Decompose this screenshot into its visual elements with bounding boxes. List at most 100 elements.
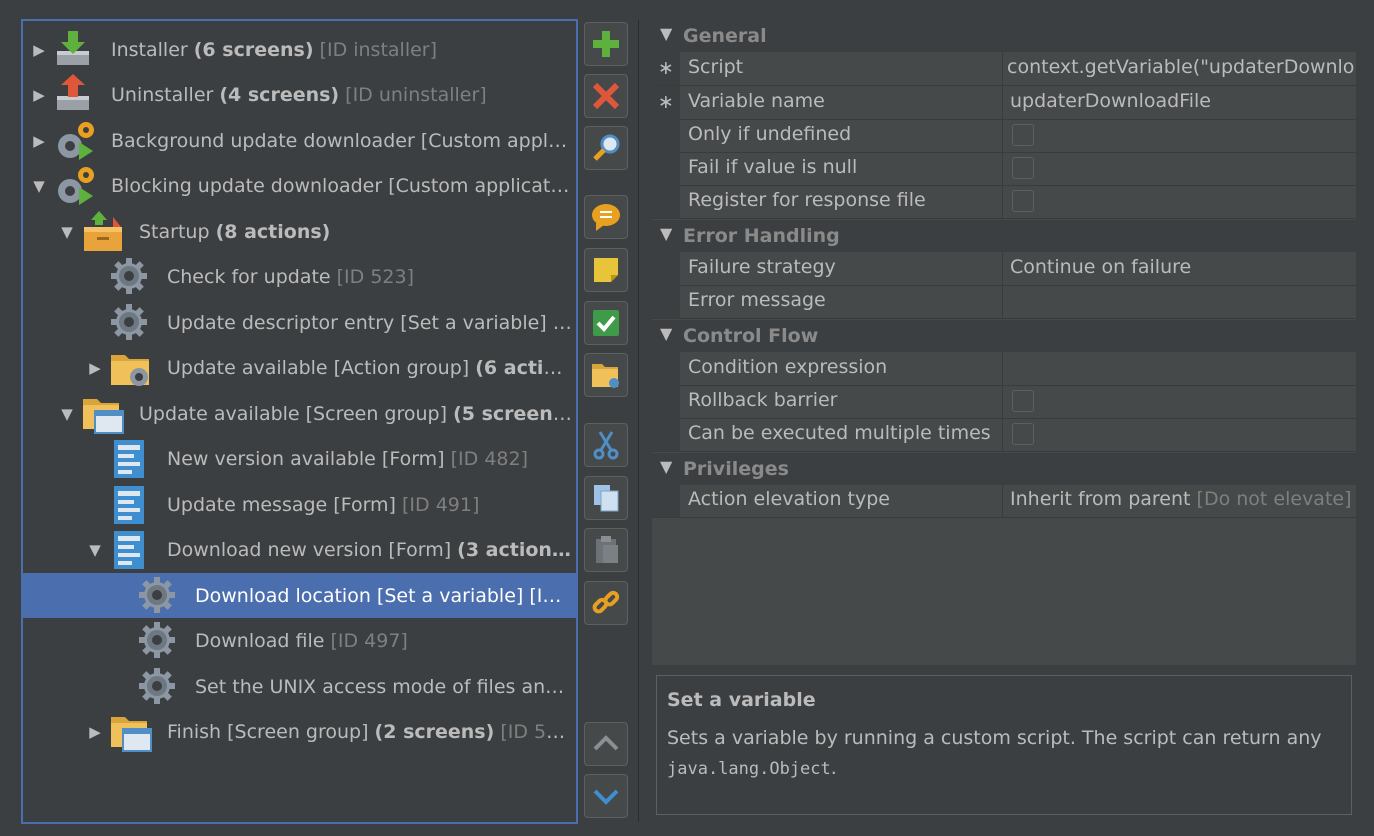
name-label: Blocking update downloader [Custom appli…	[111, 174, 572, 197]
collapse-arrow-icon[interactable]: ▼	[59, 405, 75, 423]
chevron-down-icon	[591, 781, 621, 811]
row-gutter	[652, 418, 680, 451]
tree-row[interactable]: ▼ Update available [Screen group] (5 scre…	[23, 391, 576, 436]
property-row-error-message[interactable]: Error message	[652, 285, 1356, 319]
move-up-button[interactable]	[584, 722, 628, 766]
column-divider	[1002, 252, 1003, 285]
name-label: Download file	[195, 629, 331, 652]
expand-arrow-icon[interactable]: ▶	[31, 132, 47, 150]
link-button[interactable]	[584, 581, 628, 625]
search-button[interactable]	[584, 126, 628, 170]
tree-row[interactable]: Update descriptor entry [Set a variable]…	[23, 300, 576, 345]
column-divider	[1002, 119, 1003, 152]
category-general[interactable]: ▼ General	[652, 20, 1356, 52]
script-value[interactable]: context.getVariable("updaterDownloa	[1007, 56, 1354, 78]
tree-row[interactable]: Download file [ID 497]	[23, 618, 576, 663]
cut-icon	[591, 430, 621, 460]
project-tree[interactable]: ▶ Installer (6 screens) [ID installer] ▶ Un…	[21, 19, 578, 824]
row-gutter	[652, 352, 680, 385]
collapse-arrow-icon[interactable]: ▼	[87, 541, 103, 559]
property-row-fail-if-null[interactable]: Fail if value is null	[652, 152, 1356, 186]
name-label: Set the UNIX access mode of files and …	[195, 675, 572, 698]
note-button[interactable]	[584, 248, 628, 292]
note-icon	[591, 255, 621, 285]
column-divider	[1002, 52, 1003, 85]
form-icon	[109, 438, 149, 478]
name-label: Download location [Set a variable] [ID …	[195, 584, 572, 607]
tree-row[interactable]: ▼ Startup (8 actions)	[23, 209, 576, 254]
tree-row[interactable]: ▶ Update available [Action group] (6 acti…	[23, 345, 576, 390]
form-icon	[109, 484, 149, 524]
row-gutter	[652, 152, 680, 185]
id-label: [ID uninstaller]	[339, 83, 487, 106]
property-row-elevation[interactable]: Action elevation type Inherit from paren…	[652, 484, 1356, 518]
property-row-condition[interactable]: Condition expression	[652, 352, 1356, 386]
property-sheet: ▼ General ∗ Script context.getVariable("…	[652, 20, 1356, 665]
collapse-arrow-icon[interactable]: ▼	[31, 177, 47, 195]
paste-button[interactable]	[584, 528, 628, 572]
category-error-handling[interactable]: ▼ Error Handling	[652, 220, 1356, 252]
property-row-multiple[interactable]: Can be executed multiple times	[652, 418, 1356, 452]
fail-if-null-checkbox[interactable]	[1012, 157, 1034, 179]
variable-name-value[interactable]: updaterDownloadFile	[1010, 90, 1354, 112]
elevation-type: Inherit from parent	[1010, 488, 1191, 510]
tree-row[interactable]: ▶ Uninstaller (4 screens) [ID uninstaller…	[23, 72, 576, 117]
gear-icon	[109, 256, 149, 296]
tree-row[interactable]: ▶ Installer (6 screens) [ID installer]	[23, 27, 576, 72]
property-row-register[interactable]: Register for response file	[652, 185, 1356, 219]
multiple-checkbox[interactable]	[1012, 423, 1034, 445]
tree-row[interactable]: Update message [Form] [ID 491]	[23, 482, 576, 527]
tree-row[interactable]: ▼ Blocking update downloader [Custom appl…	[23, 163, 576, 208]
property-row-script[interactable]: ∗ Script context.getVariable("updaterDow…	[652, 52, 1356, 86]
startup-icon	[81, 211, 122, 251]
tree-row[interactable]: New version available [Form] [ID 482]	[23, 436, 576, 481]
expand-arrow-icon[interactable]: ▶	[31, 41, 47, 59]
property-row-only-if-undefined[interactable]: Only if undefined	[652, 119, 1356, 153]
description-end: .	[830, 757, 837, 779]
tree-row-label: Installer (6 screens) [ID installer]	[111, 39, 572, 61]
rollback-checkbox[interactable]	[1012, 390, 1034, 412]
only-if-undefined-checkbox[interactable]	[1012, 124, 1034, 146]
column-divider	[1002, 86, 1003, 119]
property-row-variable-name[interactable]: ∗ Variable name updaterDownloadFile	[652, 86, 1356, 120]
description-code: java.lang.Object	[667, 759, 831, 779]
form-icon	[109, 529, 149, 569]
collapse-arrow-icon[interactable]: ▼	[59, 223, 75, 241]
description-body: Sets a variable by running a custom scri…	[667, 723, 1341, 784]
cut-button[interactable]	[584, 423, 628, 467]
tree-row[interactable]: Download location [Set a variable] [ID …	[23, 573, 576, 618]
folder-button[interactable]	[584, 353, 628, 397]
expand-arrow-icon[interactable]: ▶	[87, 723, 103, 741]
name-label: Uninstaller	[111, 83, 220, 106]
copy-button[interactable]	[584, 476, 628, 520]
delete-button[interactable]	[584, 74, 628, 118]
tree-row[interactable]: Set the UNIX access mode of files and …	[23, 664, 576, 709]
comment-button[interactable]	[584, 195, 628, 239]
category-control-flow[interactable]: ▼ Control Flow	[652, 320, 1356, 352]
elevation-value[interactable]: Inherit from parent [Do not elevate]	[1010, 488, 1354, 510]
failure-strategy-value[interactable]: Continue on failure	[1010, 256, 1354, 278]
register-checkbox[interactable]	[1012, 190, 1034, 212]
tree-row[interactable]: ▶ Finish [Screen group] (2 screens) [ID 5…	[23, 709, 576, 754]
property-name: Variable name	[688, 90, 825, 112]
count-label: (8 actions)	[215, 220, 331, 243]
tree-row-label: Update available [Action group] (6 actio…	[167, 357, 572, 379]
add-button[interactable]	[584, 22, 628, 66]
name-label: Update available [Screen group]	[139, 402, 454, 425]
move-down-button[interactable]	[584, 774, 628, 818]
name-label: Check for update	[167, 265, 337, 288]
row-gutter	[652, 119, 680, 152]
category-title: Control Flow	[683, 325, 819, 347]
expand-arrow-icon[interactable]: ▶	[31, 86, 47, 104]
id-label: [ID 500]	[494, 720, 572, 743]
tree-row[interactable]: ▶ Background update downloader [Custom ap…	[23, 118, 576, 163]
check-button[interactable]	[584, 301, 628, 345]
installer-icon	[53, 29, 93, 69]
tree-row[interactable]: Check for update [ID 523]	[23, 254, 576, 299]
tree-row[interactable]: ▼ Download new version [Form] (3 action…	[23, 527, 576, 572]
property-row-rollback[interactable]: Rollback barrier	[652, 385, 1356, 419]
row-gutter	[652, 484, 680, 517]
property-row-failure-strategy[interactable]: Failure strategy Continue on failure	[652, 252, 1356, 286]
expand-arrow-icon[interactable]: ▶	[87, 359, 103, 377]
category-privileges[interactable]: ▼ Privileges	[652, 453, 1356, 485]
